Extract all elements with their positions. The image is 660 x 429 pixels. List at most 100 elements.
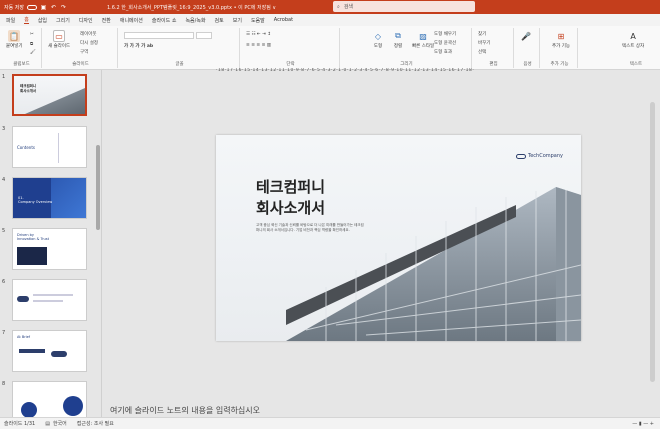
font-size-input[interactable]	[196, 32, 212, 39]
slide-thumbnail-panel: 1 테크컴퍼니 회사소개서 3 Contents 4 01. Company O…	[0, 70, 102, 417]
search-placeholder: 검색	[343, 4, 354, 10]
clipboard-group: 📋 붙여넣기 ✂ ⧉ 🖌 클립보드	[2, 28, 42, 68]
thumbnail-number: 3	[2, 126, 6, 132]
slide-counter: 슬라이드 1/31	[4, 421, 36, 427]
slide-title[interactable]: 테크컴퍼니 회사소개서	[256, 177, 325, 219]
tab-transitions[interactable]: 전환	[102, 17, 111, 24]
document-title[interactable]: 1.6.2 한_회사소개서_PPT템플릿_16:9_2025_v3.0.pptx…	[107, 4, 276, 11]
quick-access-toolbar: 자동 저장 ▣ ↶ ↷	[0, 4, 67, 11]
new-slide-button[interactable]: ▭ 새 슬라이드	[48, 30, 70, 49]
thumbnail-number: 1	[2, 74, 6, 80]
shape-effects-button[interactable]: 도형 효과	[434, 49, 452, 55]
save-icon[interactable]: ▣	[40, 4, 47, 11]
shape-outline-button[interactable]: 도형 윤곽선	[434, 40, 456, 46]
editor-scrollbar[interactable]	[648, 72, 658, 402]
tab-design[interactable]: 디자인	[79, 17, 93, 24]
tab-animations[interactable]: 애니메이션	[120, 17, 143, 24]
find-button[interactable]: 찾기	[478, 31, 486, 37]
search-box[interactable]: ⌕ 검색	[333, 1, 475, 12]
thumbnail-slide-6[interactable]	[12, 279, 87, 321]
add-ins-icon: ⊞	[557, 31, 565, 41]
editing-group-label: 편집	[489, 62, 498, 67]
quick-styles-button[interactable]: ▨ 빠른 스타일	[412, 30, 434, 50]
tab-file[interactable]: 파일	[6, 17, 15, 24]
thumbnail-scrollbar[interactable]	[96, 145, 100, 230]
quick-styles-icon: ▨	[419, 31, 427, 41]
shape-fill-button[interactable]: 도형 채우기	[434, 31, 456, 37]
clipboard-group-label: 클립보드	[13, 62, 30, 67]
slide-subtitle[interactable]: 고객 중심 혁신 기술과 신뢰를 바탕으로 더 나은 미래를 만들어가는 테크컴…	[256, 223, 366, 233]
horizontal-ruler: ·18·17·16·15·14·13·12·11·10·9·8·7·6·5·4·…	[216, 68, 475, 73]
font-group-label: 글꼴	[175, 62, 184, 67]
autosave-label[interactable]: 자동 저장	[4, 4, 24, 11]
ribbon: 📋 붙여넣기 ✂ ⧉ 🖌 클립보드 ▭ 새 슬라이드 레이아웃 다시 설정 구역…	[0, 26, 660, 70]
tab-acrobat[interactable]: Acrobat	[274, 17, 293, 23]
align-icon[interactable]: ≡ ≡ ≡ ≡ ▥	[246, 43, 271, 48]
font-name-input[interactable]	[124, 32, 194, 39]
addins-group: ⊞ 추가 기능 추가 기능	[542, 28, 578, 68]
notes-pane[interactable]: 여기에 슬라이드 노트의 내용을 입력하십시오	[102, 403, 660, 417]
drawing-group-label: 그리기	[400, 62, 413, 67]
voice-group-label: 음성	[523, 62, 532, 67]
reset-button[interactable]: 다시 설정	[80, 40, 98, 46]
bold-icon[interactable]: 가 가 가 가 ab	[124, 43, 153, 49]
slides-group-label: 슬라이드	[72, 62, 89, 67]
thumbnail-slide-7[interactable]: At Brief	[12, 330, 87, 372]
font-group: 가 가 가 가 ab 글꼴	[120, 28, 240, 68]
notes-placeholder: 여기에 슬라이드 노트의 내용을 입력하십시오	[110, 405, 261, 415]
tab-review[interactable]: 검토	[215, 17, 224, 24]
replace-button[interactable]: 바꾸기	[478, 40, 490, 46]
zoom-slider[interactable]: — ▮ — +	[632, 421, 654, 427]
tab-home[interactable]: 홈	[24, 16, 29, 24]
undo-icon[interactable]: ↶	[50, 4, 57, 11]
accessibility-status[interactable]: 접근성: 조사 필요	[77, 420, 114, 427]
cut-icon[interactable]: ✂	[30, 32, 34, 37]
thumbnail-slide-3[interactable]: Contents	[12, 126, 87, 168]
copy-icon[interactable]: ⧉	[30, 41, 33, 47]
section-button[interactable]: 구역	[80, 49, 88, 55]
thumbnail-slide-4[interactable]: 01. Company Overview	[12, 177, 87, 219]
logo-icon	[516, 153, 526, 159]
clipboard-icon: 📋	[8, 30, 21, 42]
building-image	[286, 187, 581, 341]
voice-group: 🎤 음성	[516, 28, 540, 68]
status-bar: 슬라이드 1/31 ▤ 한국어 접근성: 조사 필요 — ▮ — +	[0, 417, 660, 429]
format-painter-icon[interactable]: 🖌	[30, 50, 36, 55]
tab-help[interactable]: 도움말	[251, 17, 265, 24]
redo-icon[interactable]: ↷	[60, 4, 67, 11]
select-button[interactable]: 선택	[478, 49, 486, 55]
slide-canvas[interactable]: 테크컴퍼니 회사소개서 고객 중심 혁신 기술과 신뢰를 바탕으로 더 나은 미…	[216, 135, 581, 341]
layout-button[interactable]: 레이아웃	[80, 31, 97, 37]
tab-record[interactable]: 녹음/녹화	[185, 17, 205, 24]
slide-title-line2: 회사소개서	[256, 199, 326, 217]
text-box-button[interactable]: A 텍스트 상자	[622, 30, 644, 50]
thumbnail-title: Contents	[17, 145, 35, 150]
company-logo: TechCompany	[516, 153, 563, 159]
shapes-icon: ◇	[374, 31, 382, 41]
search-icon: ⌕	[337, 3, 340, 10]
autosave-toggle-icon[interactable]	[27, 4, 37, 10]
editing-group: 찾기 바꾸기 선택 편집	[474, 28, 514, 68]
tab-draw[interactable]: 그리기	[56, 17, 70, 24]
language-indicator[interactable]: 한국어	[53, 420, 67, 427]
add-ins-button[interactable]: ⊞ 추가 기능	[552, 30, 570, 50]
arrange-button[interactable]: ⧉ 정렬	[392, 30, 404, 49]
tab-slideshow[interactable]: 슬라이드 쇼	[152, 17, 177, 24]
bullets-icon[interactable]: ☰ ☷ ⇤ ⇥ ↕	[246, 32, 271, 37]
text-box-icon: A	[630, 31, 636, 41]
thumbnail-slide-5[interactable]: Driven by Innovation & Trust	[12, 228, 87, 270]
tab-view[interactable]: 보기	[233, 17, 242, 24]
thumbnail-slide-8[interactable]	[12, 381, 87, 417]
shape-button[interactable]: ◇ 도형	[372, 30, 384, 50]
thumbnail-number: 5	[2, 228, 6, 234]
thumbnail-title: 01. Company Overview	[18, 196, 53, 204]
thumbnail-slide-1[interactable]: 테크컴퍼니 회사소개서	[12, 74, 87, 116]
thumbnail-title: 테크컴퍼니 회사소개서	[20, 84, 37, 93]
tab-insert[interactable]: 삽입	[38, 17, 47, 24]
paste-button[interactable]: 📋 붙여넣기	[6, 30, 23, 49]
dictate-button[interactable]: 🎤	[520, 30, 532, 42]
text-group: A 텍스트 상자 텍스트	[616, 28, 656, 68]
logo-text: TechCompany	[528, 153, 563, 159]
ribbon-tabs: 파일 홈 삽입 그리기 디자인 전환 애니메이션 슬라이드 쇼 녹음/녹화 검토…	[0, 14, 660, 26]
proofing-icon[interactable]: ▤	[45, 421, 50, 427]
